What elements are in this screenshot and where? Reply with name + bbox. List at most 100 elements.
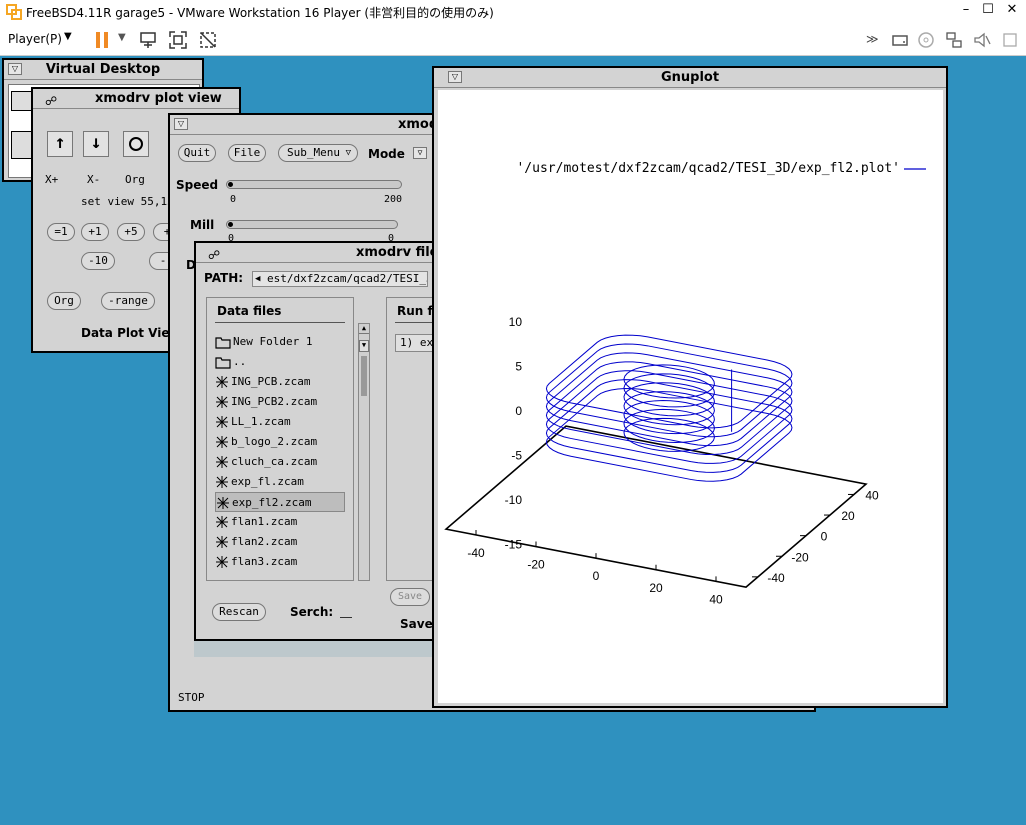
sound-icon[interactable] xyxy=(972,30,992,50)
window-menu-icon[interactable]: ▽ xyxy=(8,63,22,75)
minimize-icon[interactable]: – xyxy=(956,2,976,20)
hdd-icon[interactable] xyxy=(890,30,910,50)
pause-dropdown-icon[interactable]: ▼ xyxy=(118,32,126,43)
unity-icon[interactable] xyxy=(198,30,218,50)
scroll-up-icon[interactable]: ▲ xyxy=(359,324,369,334)
file-name: New Folder 1 xyxy=(233,335,313,348)
window-icon[interactable]: ☍ xyxy=(45,91,57,111)
plot-view-title: xmodrv plot view xyxy=(95,91,222,106)
file-list-item[interactable]: exp_fl.zcam xyxy=(215,472,345,492)
file-list-item[interactable]: ING_PCB.zcam xyxy=(215,372,345,392)
plot-area: 10 5 0 -5 -10 -15 -40 -20 0 20 40 40 20 0 -20 -40 '/usr/… xyxy=(438,90,943,703)
mill-slider[interactable] xyxy=(226,220,398,229)
file-list-item[interactable]: flan1.zcam xyxy=(215,512,345,532)
rescan-button[interactable]: Rescan xyxy=(212,603,266,621)
arrow-down-icon[interactable]: ↓ xyxy=(83,131,109,157)
speed-max: 200 xyxy=(384,194,403,205)
window-menu-icon[interactable]: ▽ xyxy=(174,118,188,130)
fullscreen-icon[interactable] xyxy=(168,30,188,50)
series-contour-inner xyxy=(623,373,715,408)
file-list-item[interactable]: cluch_ca.zcam xyxy=(215,452,345,472)
sub-menu-button[interactable]: Sub_Menu ▽ xyxy=(278,144,358,162)
series-contour-inner xyxy=(623,400,715,435)
range-button[interactable]: -range xyxy=(101,292,155,310)
scroll-thumb[interactable] xyxy=(361,356,367,396)
file-list-item[interactable]: flan3.zcam xyxy=(215,552,345,572)
player-menu[interactable]: Player(P) xyxy=(8,32,62,46)
file-dialog-title: xmodrv file xyxy=(356,245,439,260)
data-files-label: Data files xyxy=(217,304,282,318)
gnuplot-window: ▽ Gnuplot 10 5 0 -5 -10 -15 -40 -20 0 20 40 40 20 0 -2… xyxy=(432,66,948,708)
host-toolbar: Player(P) ▼ ▼ ≫ xyxy=(0,24,1026,56)
x-tick-label: -20 xyxy=(527,558,545,572)
file-button[interactable]: File xyxy=(228,144,266,162)
arrow-up-icon[interactable]: ↑ xyxy=(47,131,73,157)
network-icon[interactable] xyxy=(944,30,964,50)
x-tick-label: -40 xyxy=(467,546,485,560)
speed-slider[interactable] xyxy=(226,180,402,189)
file-name: cluch_ca.zcam xyxy=(231,455,318,468)
z-tick-label: -15 xyxy=(505,538,523,552)
file-list-item[interactable]: flan2.zcam xyxy=(215,532,345,552)
origin-circle-icon[interactable] xyxy=(123,131,149,157)
plot-view-titlebar: ☍ xmodrv plot view xyxy=(33,89,239,109)
path-back-icon[interactable]: ◀ xyxy=(255,272,260,286)
more-icon[interactable] xyxy=(1000,30,1020,50)
file-list-scrollbar[interactable]: ▲ ▼ xyxy=(358,323,370,581)
plot-file-icon xyxy=(216,516,228,528)
speed-label: Speed xyxy=(176,178,219,192)
vmware-logo-icon xyxy=(6,4,22,20)
pause-icon[interactable] xyxy=(92,30,112,50)
folder-icon xyxy=(215,357,231,369)
file-list-item[interactable]: ING_PCB2.zcam xyxy=(215,392,345,412)
virtual-desktop-title: Virtual Desktop xyxy=(45,62,161,77)
z-tick-label: 0 xyxy=(515,404,522,418)
forward-icon[interactable]: ≫ xyxy=(866,32,879,46)
file-name: ING_PCB.zcam xyxy=(231,375,311,388)
quit-button[interactable]: Quit xyxy=(178,144,216,162)
maximize-icon[interactable]: ☐ xyxy=(978,2,998,20)
path-field[interactable]: ◀ est/dxf2zcam/qcad2/TESI_3D xyxy=(252,271,428,287)
step-minus10-button[interactable]: -10 xyxy=(81,252,115,270)
gnuplot-chart: 10 5 0 -5 -10 -15 -40 -20 0 20 40 40 20 0 -20 -40 '/usr/… xyxy=(444,161,926,606)
file-list-item[interactable]: LL_1.zcam xyxy=(215,412,345,432)
file-list-item[interactable]: .. xyxy=(215,352,345,372)
data-files-panel: Data files New Folder 1.. ING_PCB.zcam ING… xyxy=(206,297,354,581)
path-label: PATH: xyxy=(204,271,244,285)
sub-menu-label: Sub_Menu xyxy=(287,146,340,159)
file-list-item[interactable]: b_logo_2.zcam xyxy=(215,432,345,452)
search-label: Serch: xyxy=(290,605,334,619)
send-ctrl-alt-del-icon[interactable] xyxy=(138,30,158,50)
close-icon[interactable]: ✕ xyxy=(1002,2,1022,20)
plot-file-icon xyxy=(216,416,228,428)
step-plus5-button[interactable]: +5 xyxy=(117,223,145,241)
step-plus1-button[interactable]: +1 xyxy=(81,223,109,241)
file-name: flan1.zcam xyxy=(231,515,298,528)
file-list-item[interactable]: exp_fl2.zcam xyxy=(215,492,345,512)
plot-file-icon xyxy=(216,556,228,568)
y-tick-label: 40 xyxy=(865,488,879,502)
series-contour-inner xyxy=(623,364,715,399)
chevron-down-icon[interactable]: ▼ xyxy=(64,31,72,42)
file-list-item[interactable]: New Folder 1 xyxy=(215,332,345,352)
gnuplot-titlebar: ▽ Gnuplot xyxy=(434,68,946,88)
status-text: STOP xyxy=(178,691,205,704)
file-name: b_logo_2.zcam xyxy=(231,435,318,448)
file-name: exp_fl2.zcam xyxy=(232,496,312,509)
file-name: exp_fl.zcam xyxy=(231,475,304,488)
path-value: est/dxf2zcam/qcad2/TESI_3D xyxy=(267,272,428,285)
series-contour-inner xyxy=(623,382,715,417)
cd-icon[interactable] xyxy=(916,30,936,50)
window-icon[interactable]: ☍ xyxy=(208,245,220,265)
z-tick-label: 5 xyxy=(515,360,522,374)
series-contour-inner xyxy=(623,391,715,426)
org-button[interactable]: Org xyxy=(47,292,81,310)
save-small-button[interactable]: Save xyxy=(390,588,430,606)
mode-dropdown-icon[interactable]: ▽ xyxy=(413,147,427,159)
step-eq1-button[interactable]: =1 xyxy=(47,223,75,241)
host-window-title: FreeBSD4.11R garage5 - VMware Workstatio… xyxy=(26,5,494,20)
host-title-bar: FreeBSD4.11R garage5 - VMware Workstatio… xyxy=(0,0,1026,24)
search-input[interactable] xyxy=(340,617,352,618)
scroll-down-icon[interactable]: ▼ xyxy=(359,340,369,352)
window-menu-icon[interactable]: ▽ xyxy=(448,71,462,83)
